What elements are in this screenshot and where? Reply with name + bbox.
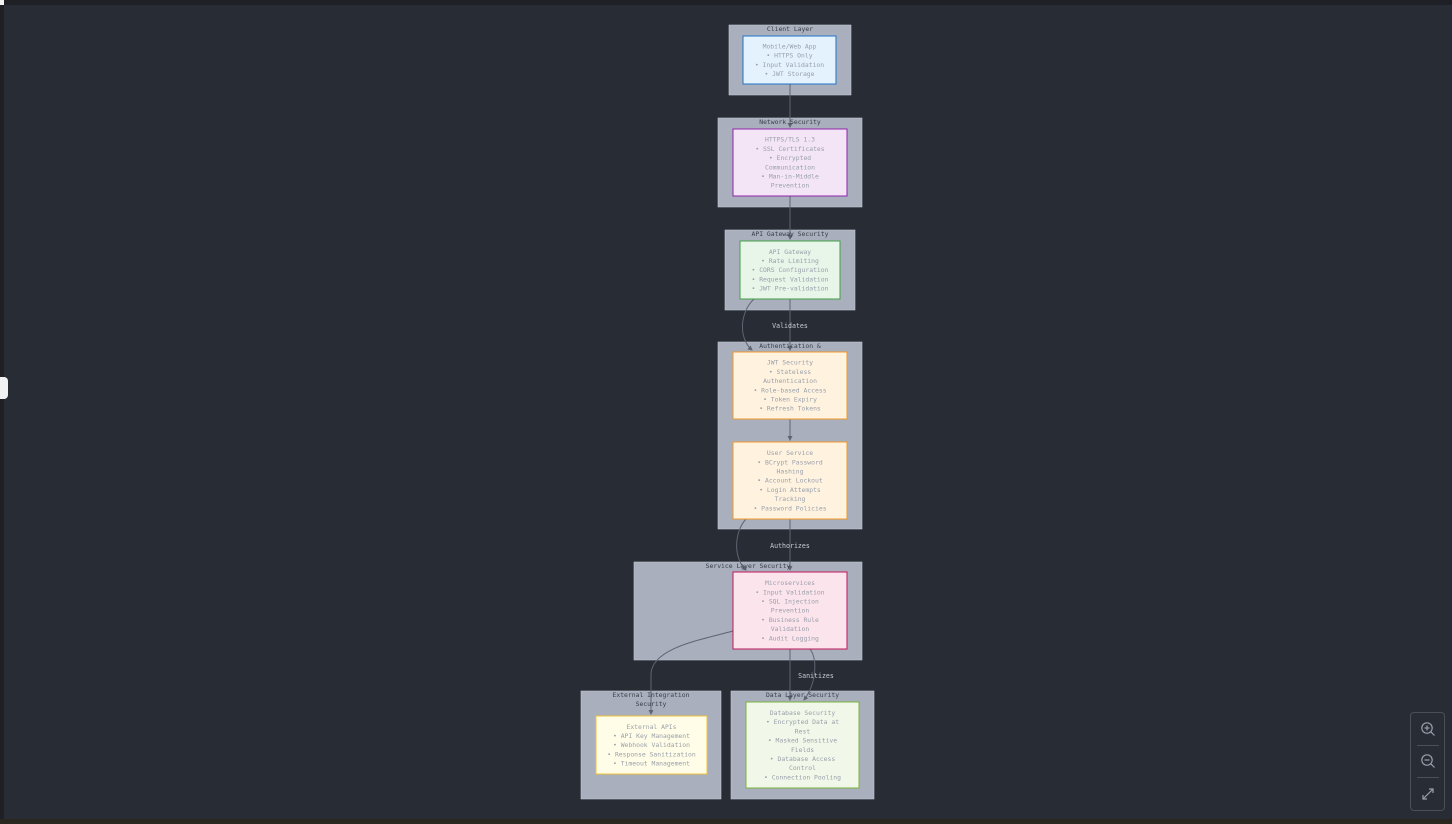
edge-label-validates: Validates bbox=[772, 322, 808, 330]
node-text-https: • Encrypted bbox=[769, 154, 811, 162]
node-text-user: User Service bbox=[767, 449, 813, 457]
node-text-micro: • Business Rule bbox=[761, 616, 819, 624]
node-text-ext: • Response Sanitization bbox=[607, 750, 696, 758]
group-title-client: Client Layer bbox=[767, 25, 813, 33]
node-text-db: Rest bbox=[795, 727, 811, 735]
node-text-db: Database Security bbox=[770, 709, 836, 717]
node-text-jwt: • Stateless bbox=[769, 368, 811, 376]
node-text-user: • BCrypt Password bbox=[757, 458, 823, 466]
node-text-jwt: • Role-based Access bbox=[753, 386, 826, 394]
node-text-db: • Encrypted Data at bbox=[766, 718, 839, 726]
node-text-micro: Microservices bbox=[765, 579, 815, 587]
node-text-micro: • Audit Logging bbox=[761, 634, 819, 642]
node-text-mobile: • HTTPS Only bbox=[766, 52, 812, 60]
node-text-https: Communication bbox=[765, 163, 815, 171]
node-text-db: • Connection Pooling bbox=[764, 773, 841, 781]
expand-icon bbox=[1421, 788, 1434, 800]
node-text-user: • Login Attempts bbox=[759, 486, 821, 494]
node-text-user: • Password Policies bbox=[753, 504, 826, 512]
node-text-user: • Account Lockout bbox=[757, 477, 823, 485]
node-text-db: • Database Access bbox=[770, 755, 836, 763]
node-text-ext: • API Key Management bbox=[613, 732, 690, 740]
node-text-ext: • Webhook Validation bbox=[613, 741, 690, 749]
group-title-gateway: API Gateway Security bbox=[752, 230, 829, 238]
zoom-in-icon bbox=[1420, 722, 1435, 736]
group-title-external: Security bbox=[636, 700, 667, 708]
node-text-user: Hashing bbox=[777, 468, 804, 476]
node-text-https: • Man-in-Middle bbox=[761, 173, 819, 181]
node-text-mobile: Mobile/Web App bbox=[763, 42, 817, 50]
node-text-https: • SSL Certificates bbox=[755, 145, 824, 153]
node-text-apigw: • CORS Configuration bbox=[752, 266, 829, 274]
zoom-out-icon bbox=[1420, 754, 1435, 769]
fit-view-button[interactable] bbox=[1411, 778, 1444, 810]
node-text-jwt: • Token Expiry bbox=[763, 396, 817, 404]
node-text-apigw: API Gateway bbox=[769, 248, 811, 256]
edge-label-sanitizes: Sanitizes bbox=[798, 672, 834, 680]
node-text-jwt: JWT Security bbox=[767, 359, 813, 367]
group-title-external: External Integration bbox=[613, 691, 690, 699]
group-title-data: Data Layer Security bbox=[766, 691, 839, 699]
node-text-jwt: Authentication bbox=[763, 377, 817, 385]
group-title-service: Service Layer Security bbox=[706, 562, 791, 570]
node-text-https: Prevention bbox=[771, 182, 810, 190]
security-architecture-diagram: Mobile/Web App• HTTPS Only• Input Valida… bbox=[580, 24, 875, 800]
node-text-ext: External APIs bbox=[626, 723, 676, 731]
node-text-ext: • Timeout Management bbox=[613, 760, 690, 768]
node-text-micro: Validation bbox=[771, 625, 810, 633]
node-text-mobile: • Input Validation bbox=[755, 61, 824, 69]
node-text-micro: Prevention bbox=[771, 607, 810, 615]
zoom-out-button[interactable] bbox=[1411, 746, 1444, 778]
node-text-apigw: • Rate Limiting bbox=[761, 257, 819, 265]
group-title-network: Network Security bbox=[759, 118, 821, 126]
zoom-in-button[interactable] bbox=[1411, 713, 1444, 745]
node-text-db: Control bbox=[789, 764, 816, 772]
zoom-controls bbox=[1410, 712, 1445, 811]
edge-label-authorizes: Authorizes bbox=[770, 542, 810, 550]
node-text-micro: • Input Validation bbox=[755, 588, 824, 596]
node-text-apigw: • JWT Pre-validation bbox=[752, 285, 829, 293]
node-text-micro: • SQL Injection bbox=[761, 598, 819, 606]
node-text-db: • Masked Sensitive bbox=[768, 737, 837, 745]
node-text-db: Fields bbox=[791, 746, 814, 754]
node-text-jwt: • Refresh Tokens bbox=[759, 405, 821, 413]
node-text-https: HTTPS/TLS 1.3 bbox=[765, 136, 815, 144]
node-text-apigw: • Request Validation bbox=[752, 275, 829, 283]
node-text-user: Tracking bbox=[775, 495, 806, 503]
group-title-auth: Authentication & bbox=[759, 342, 821, 350]
node-text-mobile: • JWT Storage bbox=[764, 70, 814, 78]
